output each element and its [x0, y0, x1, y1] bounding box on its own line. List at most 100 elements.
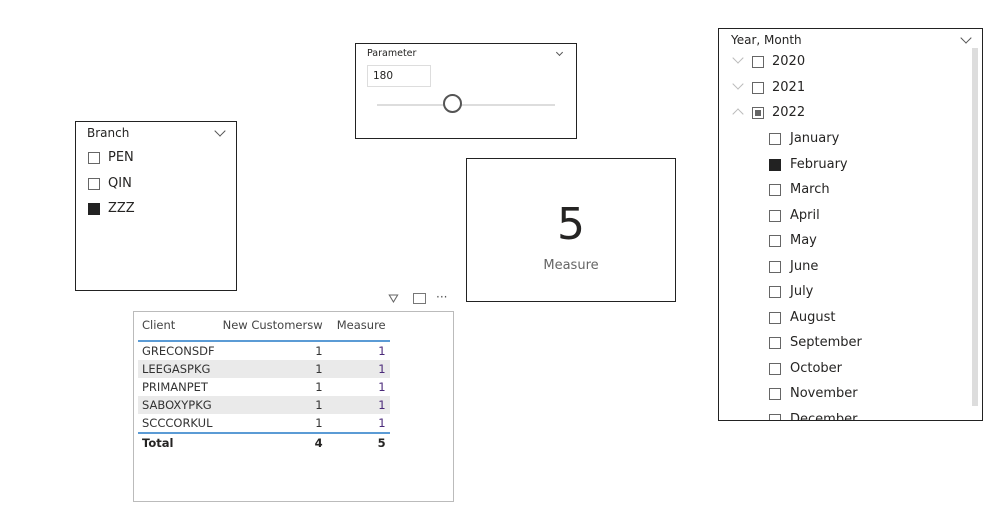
filter-icon[interactable]: ⛛	[388, 292, 399, 307]
checkbox[interactable]	[769, 311, 781, 324]
card-label: Measure	[543, 258, 599, 273]
branch-item-label: PEN	[108, 150, 134, 165]
month-item[interactable]: February	[719, 156, 969, 174]
table-row: SCCCORKUL 1 1	[138, 414, 390, 433]
chevron-down-icon[interactable]	[214, 125, 226, 137]
month-label: June	[790, 258, 819, 274]
year-label: 2022	[772, 105, 806, 121]
column-header[interactable]: Measure	[326, 318, 390, 342]
data-table: Client New Customersw Measure GRECONSDF 1 1 L…	[138, 318, 390, 452]
table-cell: GRECONSDF	[142, 344, 215, 358]
checkbox[interactable]	[769, 388, 781, 400]
year-item[interactable]: 2020	[719, 52, 969, 71]
table-cell: SABOXYPKG	[142, 398, 212, 412]
total-cell: 4	[218, 432, 327, 452]
branch-item[interactable]: QIN	[76, 175, 226, 193]
month-item[interactable]: August	[719, 309, 969, 327]
month-label: May	[790, 233, 817, 248]
focus-mode-icon[interactable]	[413, 293, 426, 304]
year-label: 2020	[772, 54, 806, 69]
month-item[interactable]: January	[719, 130, 969, 148]
checkbox[interactable]	[769, 286, 781, 298]
month-item[interactable]: March	[719, 181, 969, 199]
table-cell: 1	[378, 362, 386, 376]
checkbox[interactable]	[88, 203, 100, 215]
slider-thumb[interactable]	[442, 94, 462, 113]
month-item[interactable]: April	[719, 207, 969, 225]
month-label: February	[790, 156, 848, 172]
table-cell: 1	[315, 362, 323, 376]
measure-card: 5 Measure	[466, 158, 676, 302]
year-item[interactable]: 2021	[719, 78, 969, 97]
branch-title: Branch	[87, 126, 130, 140]
branch-item[interactable]: ZZZ	[76, 200, 226, 218]
checkbox[interactable]	[769, 260, 781, 273]
checkbox[interactable]	[752, 107, 764, 120]
checkbox[interactable]	[769, 133, 781, 145]
checkbox[interactable]	[769, 235, 781, 247]
table-cell: 1	[378, 344, 386, 358]
year-month-slicer: Year, Month 2020 2021 2022 January February M…	[718, 28, 983, 421]
month-item[interactable]: May	[719, 232, 969, 250]
month-item[interactable]: September	[719, 334, 969, 352]
checkbox[interactable]	[88, 152, 100, 164]
table-row: PRIMANPET 1 1	[138, 378, 390, 396]
slider-track[interactable]	[377, 104, 555, 106]
total-row: Total 4 5	[138, 432, 390, 452]
month-item[interactable]: December	[719, 411, 969, 420]
table-cell: PRIMANPET	[142, 380, 208, 394]
month-label: April	[790, 207, 820, 223]
total-cell: 5	[326, 432, 390, 452]
table-row: LEEGASPKG 1 1	[138, 360, 390, 378]
card-value: 5	[557, 199, 585, 250]
checkbox[interactable]	[752, 81, 764, 94]
total-cell: Total	[138, 432, 219, 452]
table-visual[interactable]: Client New Customersw Measure GRECONSDF 1 1 L…	[133, 311, 454, 502]
checkbox[interactable]	[88, 177, 100, 190]
column-header[interactable]: Client	[138, 318, 219, 342]
month-label: September	[790, 335, 862, 350]
scrollbar[interactable]	[972, 48, 978, 406]
table-row: GRECONSDF 1 1	[138, 341, 390, 360]
table-cell: 1	[315, 398, 323, 412]
branch-slicer: Branch PEN QIN ZZZ	[75, 121, 237, 291]
more-options-icon[interactable]: ···	[436, 290, 447, 304]
table-cell: 1	[315, 344, 323, 358]
chevron-up-icon[interactable]	[732, 108, 744, 121]
checkbox[interactable]	[769, 362, 781, 375]
month-item[interactable]: October	[719, 360, 969, 378]
year-item[interactable]: 2022	[719, 104, 969, 122]
month-label: March	[790, 182, 830, 197]
chevron-down-icon[interactable]	[960, 32, 972, 44]
year-month-title: Year, Month	[731, 33, 802, 47]
month-label: November	[790, 386, 858, 401]
branch-item[interactable]: PEN	[76, 149, 226, 167]
branch-item-label: QIN	[108, 175, 132, 191]
chevron-down-icon[interactable]	[555, 48, 564, 57]
table-cell: 1	[315, 416, 323, 430]
checkbox[interactable]	[769, 413, 781, 420]
parameter-title: Parameter	[367, 48, 417, 59]
month-item[interactable]: June	[719, 258, 969, 276]
table-row: SABOXYPKG 1 1	[138, 396, 390, 414]
year-label: 2021	[772, 79, 806, 95]
month-item[interactable]: November	[719, 385, 969, 403]
checkbox[interactable]	[769, 337, 781, 349]
checkbox[interactable]	[769, 184, 781, 196]
month-label: January	[790, 131, 840, 146]
column-header[interactable]: New Customersw	[218, 318, 327, 342]
checkbox[interactable]	[769, 209, 781, 222]
checkbox[interactable]	[752, 56, 764, 68]
chevron-down-icon[interactable]	[732, 52, 744, 64]
parameter-value-input[interactable]: 180	[367, 65, 431, 87]
month-label: August	[790, 309, 836, 325]
checkbox[interactable]	[769, 158, 781, 171]
month-item[interactable]: July	[719, 283, 969, 301]
chevron-down-icon[interactable]	[732, 78, 744, 90]
table-cell: 1	[315, 380, 323, 394]
month-label: July	[790, 284, 814, 299]
branch-item-label: ZZZ	[108, 201, 135, 216]
table-cell: 1	[378, 416, 386, 430]
month-label: October	[790, 360, 843, 376]
table-cell: SCCCORKUL	[142, 416, 213, 430]
